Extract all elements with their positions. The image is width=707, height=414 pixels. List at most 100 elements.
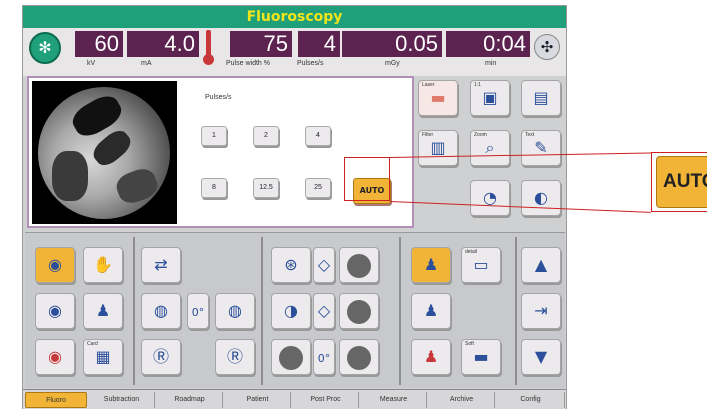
laser-icon: ▬ [430, 88, 446, 107]
single-pulse-button[interactable]: ◉ [35, 293, 75, 329]
hand-icon: ✋ [93, 255, 113, 274]
tab-patient[interactable]: Patient [225, 392, 291, 408]
tab-measure[interactable]: Measure [361, 392, 427, 408]
detail-button[interactable]: detail ▭ [461, 247, 501, 283]
head-icon: ◍ [154, 301, 168, 320]
print-button[interactable]: ▤ [521, 80, 561, 116]
laser-button[interactable]: Laser ▬ [418, 80, 458, 116]
soft-button[interactable]: Soft ▬ [461, 339, 501, 375]
high-quality-button[interactable]: ◉ [35, 339, 75, 375]
iris-icon: ⊛ [284, 255, 298, 274]
zoom-button[interactable]: Zoom ⌕ [470, 130, 510, 166]
reset-right-button[interactable]: Ⓡ [215, 339, 255, 375]
text-button[interactable]: Text ✎ [521, 130, 561, 166]
tab-fluoro[interactable]: Fluoro [25, 392, 87, 408]
patient-slim-button[interactable]: ♟ [411, 293, 451, 329]
person-icon: ♟ [423, 255, 439, 274]
magnifier-icon: ⌕ [485, 138, 495, 157]
collimation-icon: ▣ [482, 88, 498, 107]
pulse-4-button[interactable]: 4 [305, 126, 331, 146]
kv-value: 60 [75, 31, 123, 57]
circle-right-button[interactable] [339, 339, 379, 375]
tab-roadmap[interactable]: Roadmap [157, 392, 223, 408]
anatomy-button[interactable]: ♟ [83, 293, 123, 329]
tab-subtraction[interactable]: Subtraction [89, 392, 155, 408]
circle-left-icon [279, 345, 303, 370]
head-right-button[interactable]: ◍ [215, 293, 255, 329]
patient-large-button[interactable]: ♟ [411, 339, 451, 375]
control-panel: ◉ ✋ ◉ ♟ ◉ Card ▦ ⇄ ◍ Ⓡ 0° ◍ Ⓡ ⊛ ◇ ◑ ◇ 0° … [25, 232, 565, 388]
pulses-unit: Pulses/s [297, 60, 324, 67]
reset-left-button[interactable]: Ⓡ [141, 339, 181, 375]
ma-unit: mA [141, 60, 152, 67]
eye-pulse-icon: ◉ [48, 255, 62, 274]
shutter-state-button[interactable] [339, 293, 379, 329]
circle-right-icon [347, 345, 371, 370]
iris-adjust-button[interactable]: ◇ [313, 247, 335, 283]
positioning-button[interactable]: ✋ [83, 247, 123, 283]
thermometer-icon [203, 30, 214, 65]
pulsed-fluoro-button[interactable]: ◉ [35, 247, 75, 283]
filter-label: Filter [422, 132, 434, 138]
pulse-2-button[interactable]: 2 [253, 126, 279, 146]
callout-auto-label: AUTO [656, 156, 707, 208]
printer-icon: ▤ [533, 88, 549, 107]
filter-button[interactable]: Filter ▥ [418, 130, 458, 166]
iris-button[interactable]: ⊛ [271, 247, 311, 283]
time-value: 0:04 [446, 31, 530, 57]
patient-standard-button[interactable]: ♟ [411, 247, 451, 283]
fluoroscopy-image [32, 81, 177, 224]
shutter-icon: ◑ [284, 301, 298, 320]
angle-button[interactable]: 0° [313, 339, 335, 375]
head-left-button[interactable]: ◍ [141, 293, 181, 329]
scroll-down-button[interactable]: ▼ [521, 339, 561, 375]
shutter-state-icon [347, 299, 371, 324]
degree2-icon: 0° [317, 352, 331, 365]
screen-title: Fluoroscopy [23, 6, 566, 28]
text-label: Text [525, 132, 535, 138]
pulse-1-button[interactable]: 1 [201, 126, 227, 146]
laser-label: Laser [422, 82, 435, 88]
soft-label: Soft [465, 341, 474, 347]
soft-icon: ▬ [473, 347, 489, 366]
circle-left-button[interactable] [271, 339, 311, 375]
scroll-up-button[interactable]: ▲ [521, 247, 561, 283]
dose-unit: mGy [385, 60, 400, 67]
kv-unit: kV [87, 60, 96, 67]
body-icon: ♟ [95, 301, 111, 320]
card-label: Card [87, 341, 98, 347]
logo-icon: ✻ [29, 32, 61, 64]
pulse-width-unit: Pulse width % [226, 60, 270, 67]
pulse-12-5-button[interactable]: 12.5 [253, 178, 279, 198]
parameter-bar: ✻ 60 kV 4.0 mA 75 Pulse width % 4 Pulses… [23, 28, 566, 76]
person-large-icon: ♟ [423, 347, 439, 366]
iris-state-button[interactable] [339, 247, 379, 283]
diamond-icon: ◇ [317, 255, 331, 274]
acquisition-panel: Pulses/s 1 2 4 8 12.5 25 AUTO [27, 76, 414, 228]
eye-hq-icon: ◉ [48, 347, 62, 366]
pulse-8-button[interactable]: 8 [201, 178, 227, 198]
arrow-up-icon: ▲ [534, 255, 548, 274]
pulse-25-button[interactable]: 25 [305, 178, 331, 198]
enter-button[interactable]: ⇥ [521, 293, 561, 329]
circle-r-icon: Ⓡ [152, 347, 169, 366]
head-rotated-icon: ◍ [228, 301, 242, 320]
rotate-icon: ◐ [534, 188, 548, 207]
enter-icon: ⇥ [534, 301, 548, 320]
shutter-adjust-button[interactable]: ◇ [313, 293, 335, 329]
contrast-curve-button[interactable]: ◔ [470, 180, 510, 216]
shutter-button[interactable]: ◑ [271, 293, 311, 329]
dose-value: 0.05 [342, 31, 442, 57]
angle-left-button[interactable]: 0° [187, 293, 209, 329]
tab-archive[interactable]: Archive [429, 392, 495, 408]
fan-icon[interactable]: ✣ [534, 34, 560, 60]
tab-post-proc[interactable]: Post Proc [293, 392, 359, 408]
person-slim-icon: ♟ [423, 301, 439, 320]
root: Fluoroscopy ✻ 60 kV 4.0 mA 75 Pulse widt… [0, 0, 707, 414]
collimation-button[interactable]: 1:1 ▣ [470, 80, 510, 116]
swap-button[interactable]: ⇄ [141, 247, 181, 283]
card-button[interactable]: Card ▦ [83, 339, 123, 375]
tab-config[interactable]: Config [497, 392, 565, 408]
pulses-label: Pulses/s [205, 94, 232, 101]
rotate-button[interactable]: ◐ [521, 180, 561, 216]
